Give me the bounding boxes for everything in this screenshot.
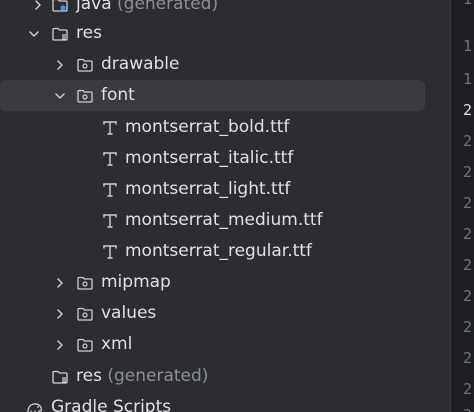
tree-item-xml[interactable]: xml	[0, 329, 425, 360]
folder-icon	[76, 336, 94, 354]
tree-item-label: java	[76, 0, 112, 14]
font-file-icon	[101, 243, 119, 261]
line-number: 2	[463, 225, 473, 243]
tree-item-label: montserrat_bold.ttf	[125, 117, 290, 137]
line-number: 2	[463, 287, 473, 305]
tree-item-font-file[interactable]: montserrat_regular.ttf	[0, 236, 425, 267]
folder-icon	[76, 274, 94, 292]
chevron-down-icon[interactable]	[26, 26, 42, 42]
folder-icon	[76, 87, 94, 105]
tree-item-font-file[interactable]: montserrat_bold.ttf	[0, 112, 425, 143]
tree-item-label: res	[76, 23, 102, 43]
tree-item-label: values	[101, 303, 157, 323]
tree-item-label: montserrat_regular.ttf	[125, 241, 312, 261]
line-number: 2	[463, 132, 473, 150]
line-number: 2	[463, 406, 474, 412]
line-number: 2	[463, 318, 473, 336]
line-number: 1	[463, 37, 473, 55]
font-file-icon	[101, 181, 119, 199]
tree-item-values[interactable]: values	[0, 298, 425, 329]
line-number: 1	[463, 0, 474, 8]
generated-suffix: (generated)	[101, 366, 209, 386]
tree-item-font[interactable]: font	[0, 80, 425, 111]
generated-folder-icon	[51, 0, 69, 14]
tree-item-java-generated[interactable]: java (generated)	[0, 0, 425, 20]
chevron-down-icon[interactable]	[52, 88, 68, 104]
tree-item-label: xml	[101, 334, 133, 354]
tree-item-res-generated[interactable]: res (generated)	[0, 361, 425, 392]
tree-item-mipmap[interactable]: mipmap	[0, 267, 425, 298]
tree-item-label: res	[76, 366, 102, 386]
tree-item-label: montserrat_italic.ttf	[125, 148, 294, 168]
line-number: 2	[463, 349, 473, 367]
editor-gutter: 1 1 1 2 2 2 2 2 2 2 2 2 2 2	[450, 0, 474, 412]
folder-icon	[76, 56, 94, 74]
font-file-icon	[101, 150, 119, 168]
chevron-right-icon[interactable]	[30, 0, 46, 13]
tree-item-font-file[interactable]: montserrat_italic.ttf	[0, 143, 425, 174]
generated-suffix: (generated)	[111, 0, 219, 14]
line-number: 2	[463, 163, 473, 181]
tree-item-label: montserrat_medium.ttf	[125, 210, 323, 230]
line-number: 2	[463, 101, 473, 119]
line-number: 2	[463, 256, 473, 274]
tree-item-res[interactable]: res	[0, 18, 425, 49]
folder-icon	[76, 305, 94, 323]
chevron-right-icon[interactable]	[52, 337, 68, 353]
line-number: 2	[463, 194, 473, 212]
tree-item-gradle-scripts[interactable]: Gradle Scripts	[0, 392, 425, 412]
generated-resource-folder-icon	[51, 368, 69, 386]
line-number: 1	[463, 70, 473, 88]
resource-folder-icon	[51, 25, 69, 43]
font-file-icon	[101, 119, 119, 137]
tree-item-font-file[interactable]: montserrat_light.ttf	[0, 174, 425, 205]
chevron-right-icon[interactable]	[52, 275, 68, 291]
tree-item-label: Gradle Scripts	[51, 397, 172, 412]
tree-item-label: font	[101, 85, 135, 105]
font-file-icon	[101, 212, 119, 230]
tree-item-label: mipmap	[101, 272, 171, 292]
tree-item-label: montserrat_light.ttf	[125, 179, 291, 199]
chevron-right-icon[interactable]	[52, 306, 68, 322]
project-tree: java (generated) res drawable font monts…	[0, 0, 450, 412]
line-number: 2	[463, 380, 473, 398]
tree-item-label: drawable	[101, 54, 180, 74]
tree-item-font-file[interactable]: montserrat_medium.ttf	[0, 205, 425, 236]
tree-item-drawable[interactable]: drawable	[0, 49, 425, 80]
chevron-right-icon[interactable]	[52, 57, 68, 73]
gradle-elephant-icon	[26, 399, 44, 412]
